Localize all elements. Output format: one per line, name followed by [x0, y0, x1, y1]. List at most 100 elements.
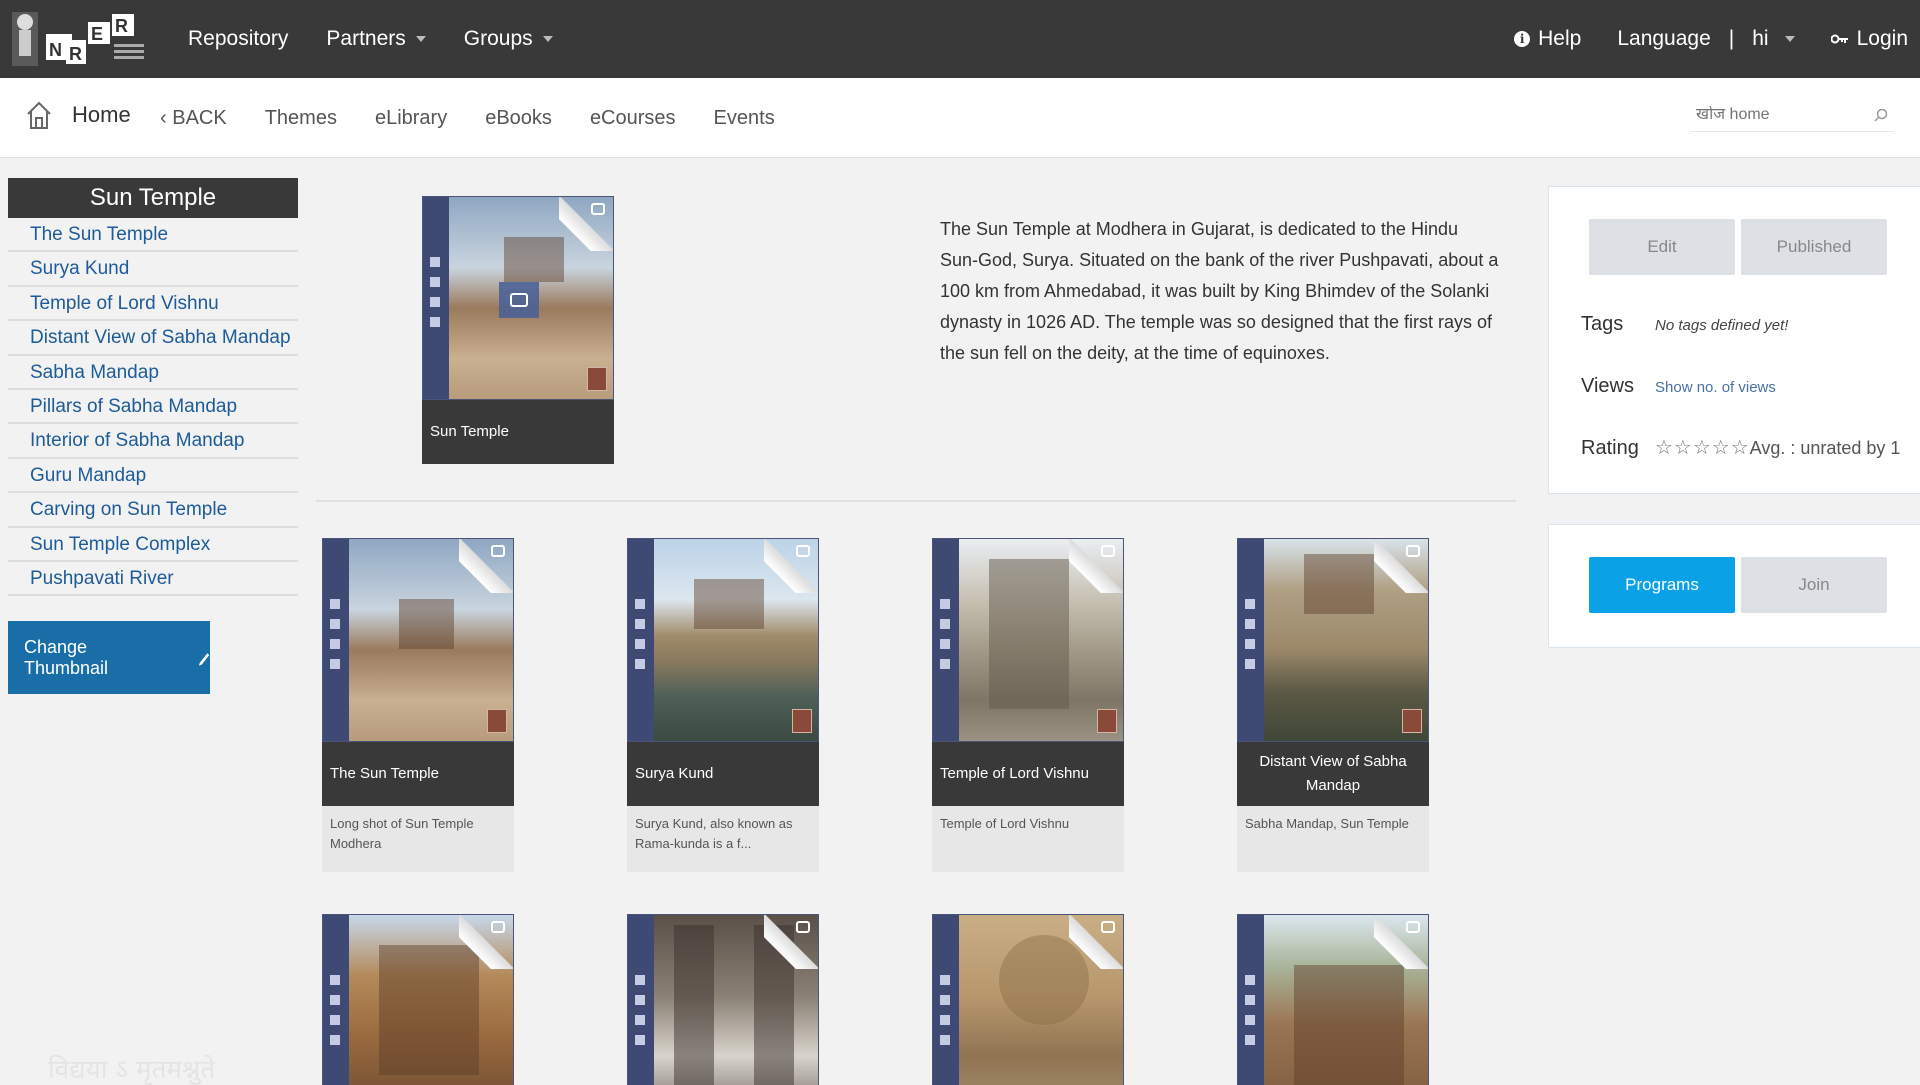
language-selector[interactable]: Language | hi [1617, 27, 1795, 51]
top-right-menu: i Help Language | hi Login [1514, 0, 1908, 78]
camera-icon [796, 545, 810, 557]
tile-thumbnail [932, 538, 1124, 742]
tile-thumbnail [932, 914, 1124, 1085]
sidebar-item-carving[interactable]: Carving on Sun Temple [8, 493, 298, 528]
caret-down-icon [542, 36, 553, 42]
search-icon[interactable] [1874, 108, 1888, 122]
camera-overlay-icon [499, 282, 539, 318]
back-label: BACK [172, 106, 227, 129]
main-card[interactable]: Sun Temple [422, 196, 614, 464]
login-link[interactable]: Login [1830, 27, 1908, 51]
thumbnail-strip [933, 539, 959, 741]
sanskrit-watermark: विद्यया ऽ मृतमश्नुते [48, 1055, 216, 1085]
thumbnail-strip [323, 539, 349, 741]
change-thumbnail-button[interactable]: Change Thumbnail [8, 621, 210, 694]
nav-groups-label: Groups [463, 27, 533, 50]
description-text: The Sun Temple at Modhera in Gujarat, is… [940, 219, 1499, 363]
help-link[interactable]: i Help [1514, 27, 1581, 51]
nroer-logo[interactable]: N R E R [10, 4, 150, 72]
link-events[interactable]: Events [714, 107, 775, 130]
chevron-left-icon: ‹ [160, 106, 167, 129]
tile-thumbnail [1237, 914, 1429, 1085]
sidebar-item-pushpavati[interactable]: Pushpavati River [8, 561, 298, 597]
svg-text:N: N [49, 40, 62, 60]
tile-caption: Surya Kund, also known as Rama-kunda is … [627, 806, 819, 872]
camera-icon [796, 921, 810, 933]
tile-title: Surya Kund [627, 742, 819, 806]
tags-value: No tags defined yet! [1655, 317, 1789, 334]
tile-title: Distant View of Sabha Mandap [1237, 742, 1429, 806]
tile-thumbnail [322, 538, 514, 742]
tags-label: Tags [1581, 313, 1624, 335]
published-button[interactable]: Published [1741, 219, 1887, 275]
edit-button[interactable]: Edit [1589, 219, 1735, 275]
tile-caption: Sabha Mandap, Sun Temple [1237, 806, 1429, 872]
sidebar-item-surya-kund[interactable]: Surya Kund [8, 252, 298, 287]
sidebar-item-guru-mandap[interactable]: Guru Mandap [8, 458, 298, 494]
home-link[interactable]: Home [26, 100, 131, 130]
main-card-title: Sun Temple [422, 400, 614, 464]
tile-caption: Temple of Lord Vishnu [932, 806, 1124, 872]
thumbnail-strip [933, 915, 959, 1085]
sub-nav: Home ‹ BACK Themes eLibrary eBooks eCour… [0, 78, 1920, 158]
sidebar-item-complex[interactable]: Sun Temple Complex [8, 527, 298, 562]
sidebar-item-sabha-mandap[interactable]: Sabha Mandap [8, 355, 298, 390]
tile-title: Temple of Lord Vishnu [932, 742, 1124, 806]
thumbnail-strip [323, 915, 349, 1085]
thumbnail-strip [628, 539, 654, 741]
key-icon [1830, 34, 1848, 44]
tile-caption: Long shot of Sun Temple Modhera [322, 806, 514, 872]
badge-icon [487, 709, 507, 733]
badge-icon [1097, 709, 1117, 733]
thumbnail-strip [1238, 915, 1264, 1085]
tile-distant-view[interactable]: Distant View of Sabha Mandap Sabha Manda… [1237, 538, 1429, 872]
nav-groups[interactable]: Groups [464, 27, 553, 51]
sidebar-item-the-sun-temple[interactable]: The Sun Temple [8, 218, 298, 253]
tile-thumbnail [627, 538, 819, 742]
badge-icon [1402, 709, 1422, 733]
language-label: Language [1617, 27, 1711, 50]
views-value[interactable]: Show no. of views [1655, 379, 1776, 396]
search-box [1690, 98, 1894, 132]
caret-down-icon [1784, 36, 1795, 42]
help-label: Help [1538, 27, 1582, 50]
camera-icon [491, 921, 505, 933]
language-value: hi [1752, 27, 1769, 50]
sidebar-item-interior[interactable]: Interior of Sabha Mandap [8, 424, 298, 459]
language-separator: | [1728, 27, 1735, 50]
camera-icon [1406, 545, 1420, 557]
thumbnail-strip [628, 915, 654, 1085]
info-icon: i [1514, 31, 1531, 47]
tile-sabha-mandap[interactable] [322, 914, 514, 1085]
camera-icon [591, 203, 605, 215]
tile-interior[interactable] [932, 914, 1124, 1085]
tile-the-sun-temple[interactable]: The Sun Temple Long shot of Sun Temple M… [322, 538, 514, 872]
left-sidebar: Sun Temple The Sun Temple Surya Kund Tem… [8, 178, 298, 597]
nav-partners[interactable]: Partners [326, 27, 426, 51]
link-elibrary[interactable]: eLibrary [375, 107, 447, 130]
link-ebooks[interactable]: eBooks [485, 107, 552, 130]
thumbnail-strip [423, 197, 449, 399]
sidebar-item-temple-of-lord-vishnu[interactable]: Temple of Lord Vishnu [8, 286, 298, 322]
search-input[interactable] [1696, 105, 1866, 124]
join-button[interactable]: Join [1741, 557, 1887, 613]
rating-stars[interactable]: ☆☆☆☆☆ [1655, 437, 1750, 459]
tile-thumbnail [322, 914, 514, 1085]
pencil-icon [198, 652, 210, 666]
content-divider [316, 500, 1516, 502]
tile-temple-of-lord-vishnu[interactable]: Temple of Lord Vishnu Temple of Lord Vis… [932, 538, 1124, 872]
tile-surya-kund[interactable]: Surya Kund Surya Kund, also known as Ram… [627, 538, 819, 872]
tile-thumbnail [627, 914, 819, 1085]
sidebar-item-distant-view[interactable]: Distant View of Sabha Mandap [8, 321, 298, 356]
tile-guru-mandap[interactable] [1237, 914, 1429, 1085]
sidebar-item-pillars[interactable]: Pillars of Sabha Mandap [8, 389, 298, 425]
camera-icon [1406, 921, 1420, 933]
tile-pillars[interactable] [627, 914, 819, 1085]
back-link[interactable]: ‹ BACK [160, 107, 227, 130]
nav-repository[interactable]: Repository [188, 27, 288, 51]
link-ecourses[interactable]: eCourses [590, 107, 676, 130]
rating-widget: ☆☆☆☆☆Avg. : unrated by 1 [1655, 435, 1900, 460]
link-themes[interactable]: Themes [265, 107, 337, 130]
programs-button[interactable]: Programs [1589, 557, 1735, 613]
change-thumbnail-label: Change Thumbnail [24, 636, 109, 678]
